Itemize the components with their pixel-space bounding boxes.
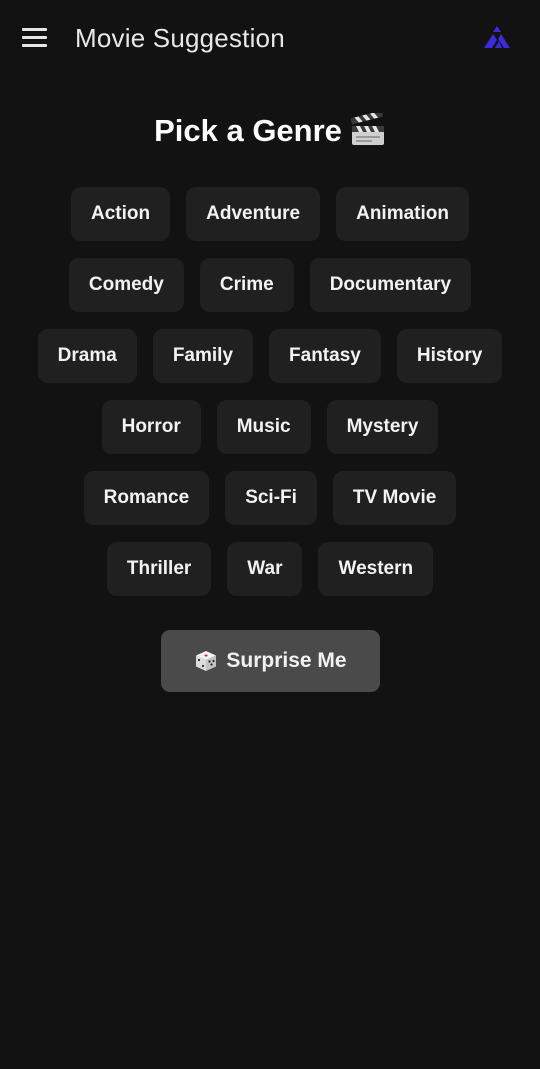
genre-chip-comedy[interactable]: Comedy — [68, 258, 184, 312]
app-screen: Movie Suggestion Pick a Genre Action Adve… — [0, 0, 540, 1069]
menu-button[interactable] — [18, 22, 52, 52]
app-title: Movie Suggestion — [75, 23, 285, 53]
genre-chip-tv-movie[interactable]: TV Movie — [332, 471, 457, 525]
clapperboard-icon — [350, 112, 384, 145]
genre-row: Action Adventure Animation — [20, 187, 520, 241]
genre-chip-adventure[interactable]: Adventure — [186, 187, 321, 241]
genre-chip-crime[interactable]: Crime — [199, 258, 294, 312]
genre-chip-thriller[interactable]: Thriller — [106, 542, 212, 596]
genre-chip-mystery[interactable]: Mystery — [326, 400, 439, 454]
genre-row: Thriller War Western — [20, 542, 520, 596]
genre-row: Drama Family Fantasy History — [20, 329, 520, 383]
dice-icon — [196, 651, 217, 671]
genre-chip-horror[interactable]: Horror — [101, 400, 201, 454]
genre-chip-music[interactable]: Music — [216, 400, 311, 454]
genre-row: Romance Sci-Fi TV Movie — [20, 471, 520, 525]
genre-chip-drama[interactable]: Drama — [37, 329, 137, 383]
page-title: Pick a Genre — [154, 113, 342, 148]
hamburger-menu-icon — [22, 27, 47, 31]
genre-chip-documentary[interactable]: Documentary — [309, 258, 472, 312]
surprise-me-label: Surprise Me — [226, 649, 347, 672]
genre-chip-romance[interactable]: Romance — [83, 471, 210, 525]
genre-row: Horror Music Mystery — [20, 400, 520, 454]
surprise-me-button[interactable]: Surprise Me — [161, 630, 380, 692]
genre-chip-family[interactable]: Family — [152, 329, 254, 383]
page-heading: Pick a Genre — [0, 108, 540, 154]
genre-chip-action[interactable]: Action — [71, 187, 171, 241]
genre-chip-war[interactable]: War — [227, 542, 303, 596]
genre-grid: Action Adventure Animation Comedy Crime Docum… — [20, 187, 520, 613]
genre-chip-history[interactable]: History — [396, 329, 503, 383]
genre-chip-animation[interactable]: Animation — [336, 187, 469, 241]
top-app-bar: Movie Suggestion — [0, 0, 540, 76]
genre-chip-fantasy[interactable]: Fantasy — [269, 329, 381, 383]
genre-chip-sci-fi[interactable]: Sci-Fi — [225, 471, 317, 525]
genre-chip-western[interactable]: Western — [318, 542, 434, 596]
app-logo-icon[interactable] — [482, 24, 512, 50]
hamburger-menu-icon-bar — [22, 43, 47, 47]
genre-row: Comedy Crime Documentary — [20, 258, 520, 312]
hamburger-menu-icon-bar — [22, 35, 47, 39]
